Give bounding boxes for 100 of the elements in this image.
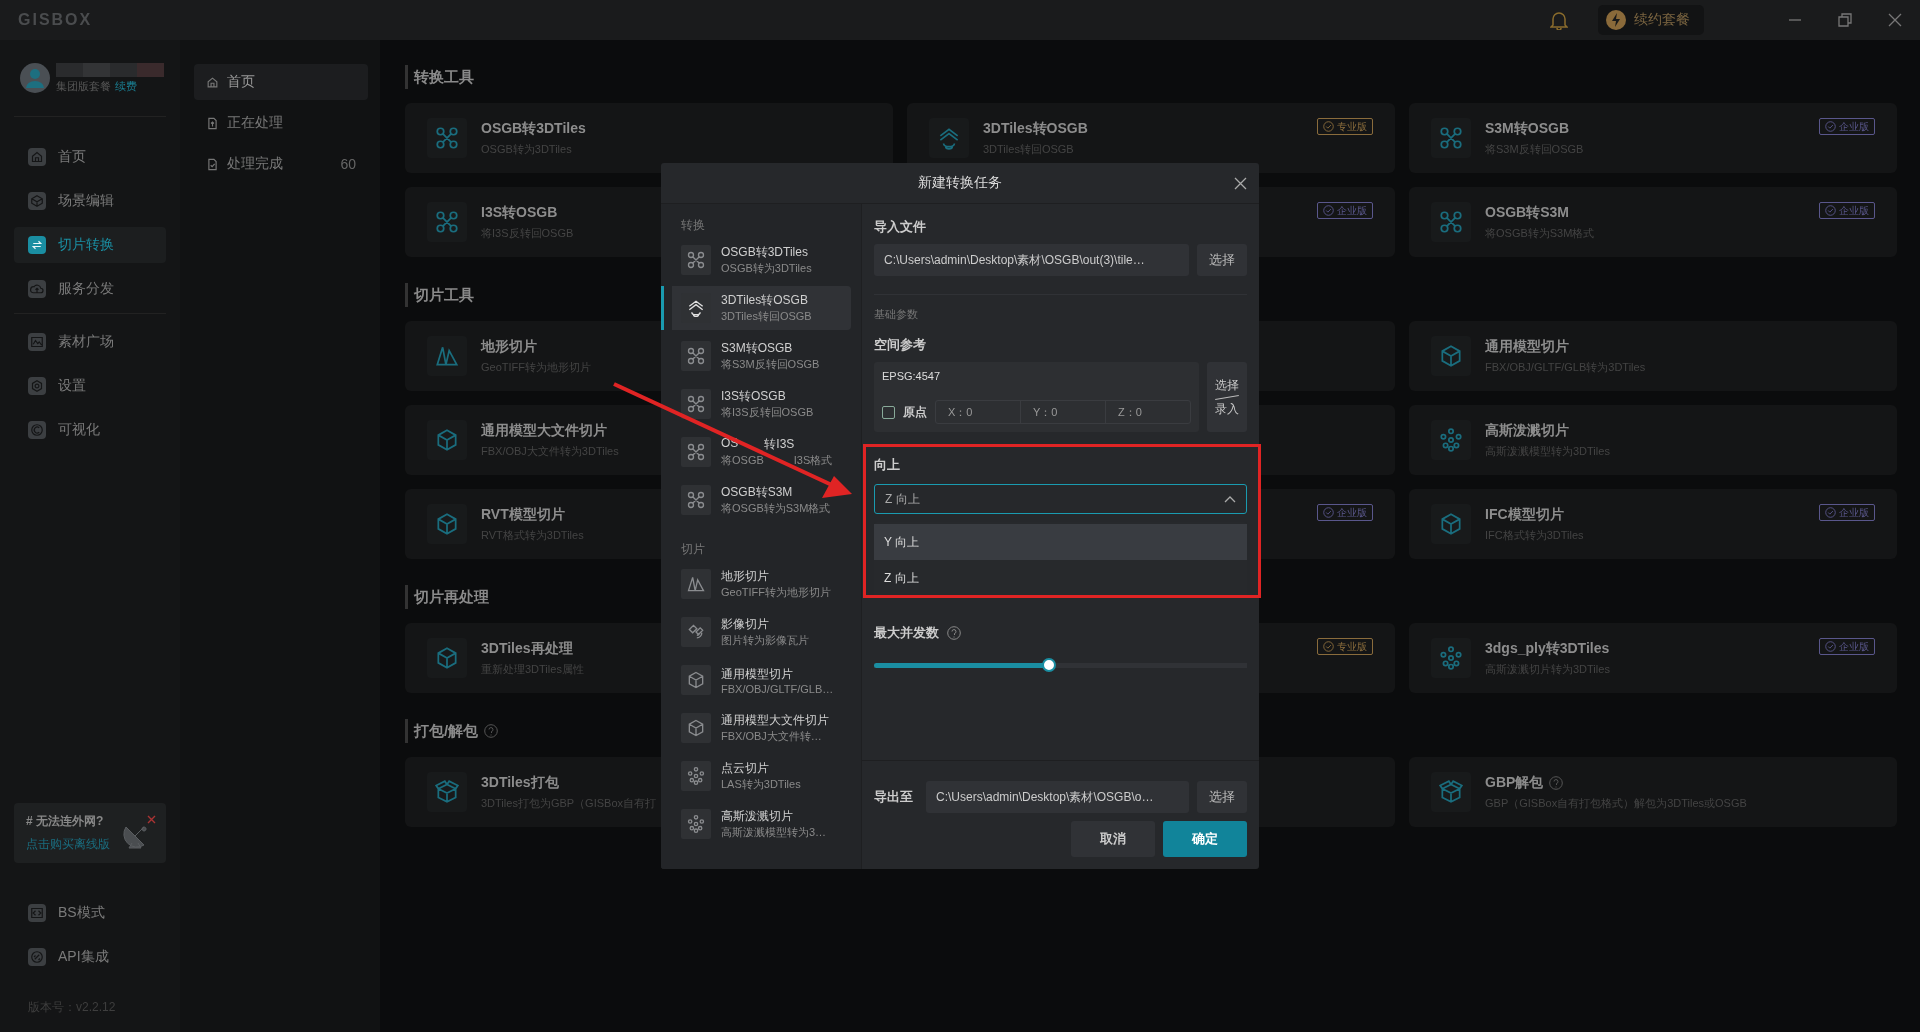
nodes-icon <box>434 125 460 151</box>
box-icon <box>434 779 460 805</box>
import-path-field[interactable]: C:\Users\admin\Desktop\素材\OSGB\out(3)\tile… <box>874 244 1189 276</box>
cube-icon <box>686 718 706 738</box>
task-type-item[interactable]: S3M转OSGB 将S3M反转回OSGB <box>661 334 851 378</box>
section-title: 切片工具 <box>414 285 474 305</box>
subnav-item[interactable]: 首页 <box>194 64 368 100</box>
swap-icon <box>28 236 46 254</box>
close-icon[interactable] <box>1888 13 1902 27</box>
cube-icon <box>1438 343 1464 369</box>
nav-item[interactable]: BS模式 <box>14 895 166 931</box>
nodes-icon <box>1438 209 1464 235</box>
nav-item[interactable]: 切片转换 <box>14 227 166 263</box>
card-title: 地形切片 <box>481 337 537 356</box>
help-icon[interactable] <box>947 626 961 640</box>
card-title: IFC模型切片 <box>1485 505 1564 524</box>
origin-label: 原点 <box>903 403 927 421</box>
restore-icon[interactable] <box>1838 13 1852 27</box>
buy-offline-link[interactable]: 点击购买离线版 <box>26 836 110 853</box>
nodes-icon <box>686 442 706 462</box>
up-axis-select[interactable]: Z 向上 <box>874 484 1247 514</box>
card-title: S3M转OSGB <box>1485 119 1569 138</box>
group-label: 转换 <box>680 217 706 234</box>
dropdown-option[interactable]: Z 向上 <box>874 560 1247 596</box>
edition-badge: 企业版 <box>1819 504 1875 521</box>
edition-badge: 企业版 <box>1819 118 1875 135</box>
dots-icon <box>686 766 706 786</box>
section-title: 转换工具 <box>414 67 474 87</box>
task-type-item[interactable]: 点云切片 LAS转为3DTiles <box>661 754 851 798</box>
cube-icon <box>1438 511 1464 537</box>
close-icon[interactable] <box>1234 177 1247 190</box>
edition-badge: 企业版 <box>1819 638 1875 655</box>
card-title: 通用模型切片 <box>1485 337 1569 356</box>
choose-input-button[interactable]: 选择 录入 <box>1207 362 1247 432</box>
edition-badge: 企业版 <box>1819 202 1875 219</box>
subnav-item[interactable]: 处理完成 60 <box>194 146 368 182</box>
nav-item[interactable]: 服务分发 <box>14 271 166 307</box>
card-title: 通用模型大文件切片 <box>481 421 607 440</box>
help-icon[interactable] <box>484 724 499 738</box>
group-label: 基础参数 <box>874 307 919 322</box>
slider-thumb[interactable] <box>1042 658 1057 672</box>
plan-label: 集团版套餐 <box>56 78 111 94</box>
nodes-icon <box>686 490 706 510</box>
cube-icon <box>686 670 706 690</box>
promo-title: # 无法连外网? <box>26 813 104 830</box>
cancel-button[interactable]: 取消 <box>1071 821 1155 857</box>
bell-icon[interactable] <box>1550 10 1568 30</box>
edition-badge: 专业版 <box>1317 638 1373 655</box>
nodes-icon <box>1438 125 1464 151</box>
edition-badge: 企业版 <box>1317 202 1373 219</box>
task-type-item[interactable]: 通用模型大文件切片 FBX/OBJ大文件转… <box>661 706 851 750</box>
section-title: 切片再处理 <box>414 587 489 607</box>
nodes-icon <box>434 209 460 235</box>
choose-button[interactable]: 选择 <box>1197 781 1247 813</box>
caret-icon <box>1224 495 1236 503</box>
upload-icon <box>28 280 46 298</box>
cube-icon <box>434 645 460 671</box>
help-icon[interactable] <box>1549 775 1564 790</box>
nav-item[interactable]: 首页 <box>14 139 166 175</box>
avatar-icon[interactable] <box>20 63 50 93</box>
cube-icon <box>28 192 46 210</box>
nodes-icon <box>686 346 706 366</box>
image-icon <box>28 333 46 351</box>
nav-item[interactable]: 可视化 <box>14 412 166 448</box>
section-title: 打包/解包 <box>414 721 479 741</box>
cube-icon <box>434 511 460 537</box>
nav-item[interactable]: API集成 <box>14 939 166 975</box>
nodes-icon <box>686 394 706 414</box>
task-type-item[interactable]: 3DTiles转OSGB 3DTiles转回OSGB <box>661 286 851 330</box>
export-path-field[interactable]: C:\Users\admin\Desktop\素材\OSGB\o… <box>926 781 1189 813</box>
checkbox[interactable] <box>882 405 895 419</box>
nodes-icon <box>686 250 706 270</box>
card-title: OSGB转3DTiles <box>481 119 586 138</box>
card-title: I3S转OSGB <box>481 203 558 222</box>
file-icon <box>206 116 219 130</box>
choose-button[interactable]: 选择 <box>1197 244 1247 276</box>
dropdown-option[interactable]: Y 向上 <box>874 524 1247 560</box>
card-title: 3DTiles再处理 <box>481 639 573 658</box>
card-title: GBP解包 <box>1485 773 1544 792</box>
subnav-item[interactable]: 正在处理 <box>194 105 368 141</box>
nav-item[interactable]: 场景编辑 <box>14 183 166 219</box>
group-label: 切片 <box>680 541 706 558</box>
renew-button[interactable]: 续约套餐 <box>1598 5 1704 35</box>
renew-link[interactable]: 续费 <box>115 78 137 94</box>
layers-icon <box>686 298 706 318</box>
code-icon <box>28 904 46 922</box>
edition-badge: 企业版 <box>1317 504 1373 521</box>
card-title: 3dgs_ply转3DTiles <box>1485 639 1610 658</box>
card-title: RVT模型切片 <box>481 505 565 524</box>
task-type-item[interactable]: 地形切片 GeoTIFF转为地形切片 <box>661 562 851 606</box>
nav-item[interactable]: 设置 <box>14 368 166 404</box>
dots-icon <box>1438 645 1464 671</box>
gear-icon <box>28 377 46 395</box>
cube-icon <box>434 427 460 453</box>
confirm-button[interactable]: 确定 <box>1163 821 1247 857</box>
dialog-title: 新建转换任务 <box>918 174 1002 192</box>
dots-icon <box>1438 427 1464 453</box>
box-icon <box>1438 779 1464 805</box>
card-title: 3DTiles打包 <box>481 773 559 792</box>
nav-item[interactable]: 素材广场 <box>14 324 166 360</box>
